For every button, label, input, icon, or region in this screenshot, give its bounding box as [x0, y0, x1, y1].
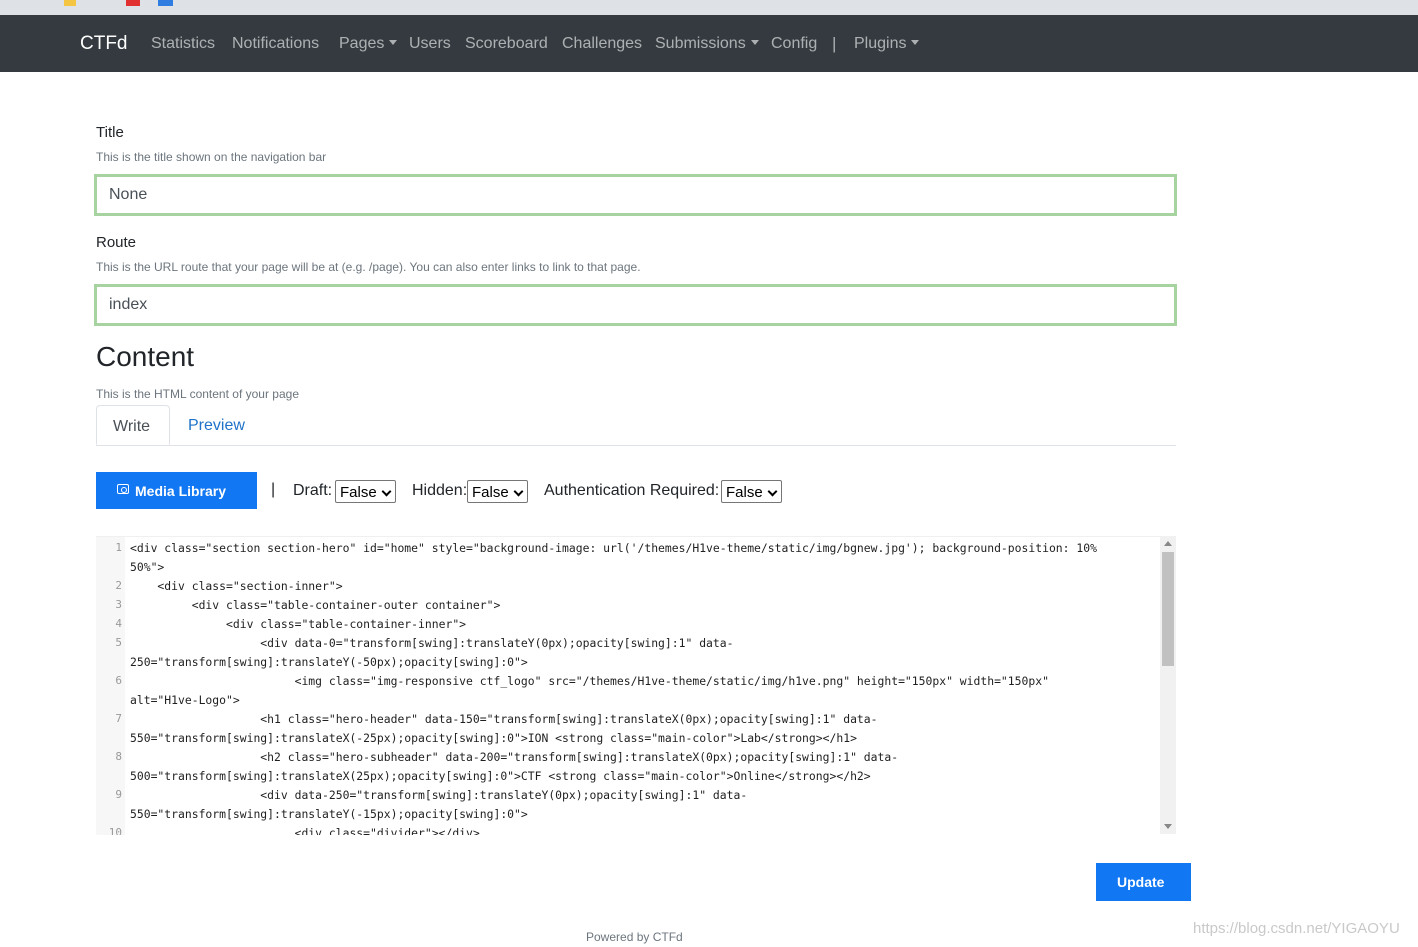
line-number: 5 [115, 636, 122, 649]
scrollbar-thumb[interactable] [1162, 552, 1174, 666]
update-button[interactable]: Update [1096, 863, 1191, 901]
line-number: 4 [115, 617, 122, 630]
nav-submissions[interactable]: Submissions [655, 35, 759, 53]
hidden-label: Hidden: [412, 482, 468, 499]
code-line: <div data-0="transform[swing]:translateY… [130, 636, 734, 650]
nav-pages[interactable]: Pages [339, 35, 398, 53]
code-line: <div data-250="transform[swing]:translat… [130, 788, 748, 802]
route-input[interactable]: index [94, 284, 1177, 326]
title-input[interactable]: None [94, 174, 1177, 216]
nav-config[interactable]: Config [771, 35, 817, 53]
line-number: 7 [115, 712, 122, 725]
route-help-text: This is the URL route that your page wil… [96, 260, 641, 274]
nav-separator: | [832, 34, 837, 53]
auth-required-label: Authentication Required: [544, 482, 720, 499]
draft-label: Draft: [293, 482, 333, 499]
bookmark-icon [126, 0, 140, 6]
content-help-text: This is the HTML content of your page [96, 387, 299, 401]
line-number: 2 [115, 579, 122, 592]
title-label: Title [96, 124, 124, 141]
editor-scrollbar[interactable] [1160, 536, 1176, 834]
nav-challenges[interactable]: Challenges [562, 35, 642, 53]
media-library-button[interactable]: Media Library [96, 472, 257, 509]
code-line: <div class="table-container-outer contai… [130, 598, 501, 612]
line-number: 3 [115, 598, 122, 611]
chevron-down-icon [381, 486, 392, 497]
code-line: 550="transform[swing]:translateY(-15px);… [130, 807, 528, 821]
nav-statistics[interactable]: Statistics [151, 35, 215, 53]
code-line: <div class="table-container-inner"> [130, 617, 467, 631]
browser-bookmarks-strip [0, 0, 1418, 15]
code-line: 50%"> [130, 560, 165, 574]
scroll-up-arrow-icon[interactable] [1164, 541, 1172, 546]
nav-scoreboard[interactable]: Scoreboard [465, 35, 548, 53]
line-number: 8 [115, 750, 122, 763]
route-label: Route [96, 234, 137, 251]
nav-notifications[interactable]: Notifications [232, 35, 319, 53]
draft-select[interactable]: False [335, 480, 396, 503]
bookmark-icon [158, 0, 173, 6]
toolbar-separator: | [271, 481, 276, 498]
tab-preview[interactable]: Preview [188, 417, 245, 435]
code-line: <div class="section section-hero" id="ho… [130, 541, 1097, 555]
chevron-down-icon [513, 486, 524, 497]
code-line: <div class="section-inner"> [130, 579, 343, 593]
code-line: 550="transform[swing]:translateX(-25px);… [130, 731, 857, 745]
tabs-divider [96, 445, 1176, 446]
line-number: 10 [108, 826, 122, 835]
folder-icon [64, 0, 76, 6]
camera-icon [117, 484, 129, 494]
hidden-select[interactable]: False [467, 480, 528, 503]
code-line: <h2 class="hero-subheader" data-200="tra… [130, 750, 899, 764]
line-number: 1 [115, 541, 122, 554]
code-line: 500="transform[swing]:translateX(25px);o… [130, 769, 871, 783]
caret-down-icon [911, 40, 920, 45]
line-number: 6 [115, 674, 122, 687]
nav-plugins[interactable]: Plugins [854, 35, 920, 53]
tab-write[interactable]: Write [96, 405, 170, 445]
caret-down-icon [750, 40, 759, 45]
content-heading: Content [96, 341, 195, 372]
line-number: 9 [115, 788, 122, 801]
scroll-down-arrow-icon[interactable] [1164, 824, 1172, 829]
brand-logo[interactable]: CTFd [80, 33, 128, 55]
watermark-text: https://blog.csdn.net/YIGAOYU [1193, 920, 1400, 937]
code-line: <h1 class="hero-header" data-150="transf… [130, 712, 878, 726]
footer-powered-by[interactable]: Powered by CTFd [586, 930, 683, 944]
caret-down-icon [389, 40, 398, 45]
code-line: <div class="divider"></div> [130, 826, 480, 835]
code-line: 250="transform[swing]:translateY(-50px);… [130, 655, 528, 669]
nav-users[interactable]: Users [409, 35, 451, 53]
code-line: <img class="img-responsive ctf_logo" src… [130, 674, 1049, 688]
auth-required-select[interactable]: False [721, 480, 782, 503]
title-help-text: This is the title shown on the navigatio… [96, 150, 327, 164]
admin-navbar: CTFd Statistics Notifications Pages User… [0, 15, 1418, 72]
code-line: alt="H1ve-Logo"> [130, 693, 240, 707]
chevron-down-icon [767, 486, 778, 497]
code-editor[interactable]: 1 <div class="section section-hero" id="h… [96, 536, 1176, 835]
